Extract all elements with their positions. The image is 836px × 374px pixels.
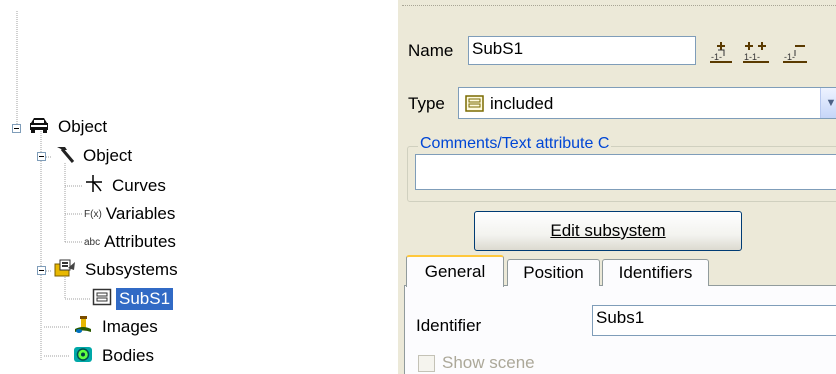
image-icon — [72, 315, 94, 340]
identifier-label: Identifier — [416, 316, 482, 335]
subsystem-icon — [465, 95, 484, 117]
tree-node-label: Object — [58, 117, 108, 136]
tab-identifiers[interactable]: Identifiers — [602, 259, 709, 286]
hammer-icon — [53, 144, 75, 169]
curves-icon — [84, 174, 104, 198]
car-icon — [28, 116, 50, 139]
tab-label: Identifiers — [618, 263, 693, 282]
panel-grip — [402, 5, 836, 6]
name-label: Name — [408, 41, 454, 60]
edit-subsystem-label: Edit subsystem — [550, 221, 666, 240]
add-after-button[interactable]: -1- — [779, 38, 809, 64]
tree-node-curves[interactable]: Curves — [84, 173, 169, 199]
tree-node-subs1[interactable]: SubS1 — [92, 286, 174, 312]
show-scene-checkbox[interactable] — [418, 355, 435, 372]
chevron-down-icon[interactable]: ▼ — [820, 88, 836, 118]
object-tree[interactable]: Object Object Curves F(x) Variables abc … — [0, 0, 395, 374]
body-icon — [72, 344, 94, 369]
comments-legend: Comments/Text attribute C — [418, 135, 612, 153]
add-before-icon: -1- — [710, 42, 732, 63]
tree-node-label: Object — [83, 146, 133, 165]
tree-node-images[interactable]: Images — [72, 314, 161, 340]
show-scene-label: Show scene — [442, 353, 535, 372]
type-select[interactable]: included ▼ — [458, 87, 836, 119]
comments-field[interactable] — [415, 154, 836, 190]
svg-text:-1-: -1- — [784, 52, 795, 62]
type-label: Type — [408, 94, 445, 113]
add-both-icon: 1-1- — [743, 42, 769, 63]
tree-node-label: Curves — [112, 176, 166, 195]
tree-node-subsystems[interactable]: Subsystems — [53, 257, 181, 283]
type-value: included — [490, 94, 554, 113]
tab-label: Position — [523, 263, 584, 282]
name-field[interactable]: SubS1 — [468, 36, 696, 65]
tree-node-attributes[interactable]: abc Attributes — [84, 229, 179, 255]
tab-general[interactable]: General — [406, 255, 504, 287]
add-both-button[interactable]: 1-1- — [741, 38, 771, 64]
function-icon: F(x) — [84, 208, 102, 220]
tree-node-object[interactable]: Object — [53, 143, 135, 169]
tree-node-label: Images — [102, 317, 158, 336]
tree-node-label: Variables — [105, 204, 176, 223]
edit-subsystem-button[interactable]: Edit subsystem — [474, 211, 742, 251]
tree-node-variables[interactable]: F(x) Variables — [84, 201, 178, 227]
add-after-icon: -1- — [783, 45, 807, 63]
collapse-toggle[interactable] — [12, 124, 21, 133]
collapse-toggle[interactable] — [37, 152, 46, 161]
properties-panel: Name SubS1 -1- 1-1- -1- Type included ▼ … — [398, 0, 836, 374]
svg-text:-1-: -1- — [711, 52, 722, 62]
tree-lines — [16, 10, 90, 360]
tab-position[interactable]: Position — [507, 259, 600, 286]
tree-node-root-object[interactable]: Object — [28, 114, 110, 140]
subsystem-icon — [92, 288, 112, 311]
svg-text:1-1-: 1-1- — [744, 52, 760, 62]
identifier-field[interactable]: Subs1 — [592, 305, 836, 336]
tree-node-label: Subsystems — [85, 260, 178, 279]
tree-node-label: SubS1 — [116, 288, 174, 310]
subsystems-folder-icon — [53, 258, 77, 283]
collapse-toggle[interactable] — [37, 266, 46, 275]
tab-label: General — [424, 262, 486, 281]
tree-node-bodies[interactable]: Bodies — [72, 343, 157, 369]
add-before-button[interactable]: -1- — [706, 38, 736, 64]
text-attribute-icon: abc — [84, 236, 101, 248]
tree-node-label: Attributes — [104, 232, 176, 251]
tree-node-label: Bodies — [102, 346, 154, 365]
